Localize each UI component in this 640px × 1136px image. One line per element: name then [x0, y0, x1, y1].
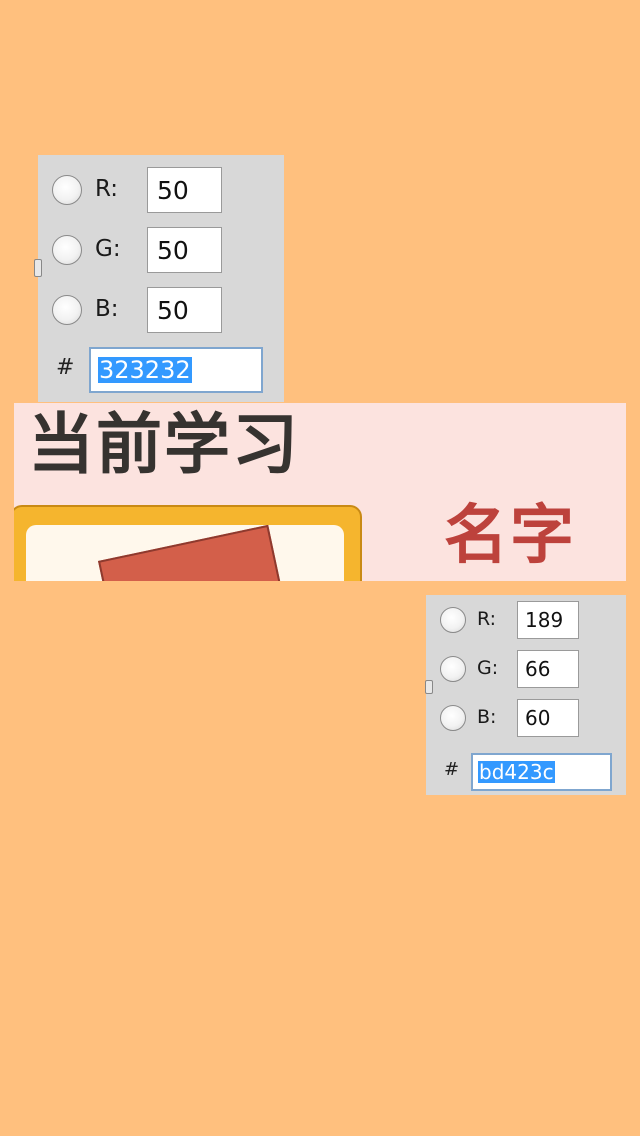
- red-channel-radio[interactable]: [440, 607, 466, 633]
- current-learning-banner: 当前学习 名字: [14, 403, 626, 581]
- red-channel-label: R:: [477, 608, 497, 630]
- channel-row-red: R: 50: [38, 165, 284, 215]
- banner-card-illustration: [98, 525, 288, 581]
- red-channel-label: R:: [95, 176, 119, 202]
- red-channel-radio[interactable]: [52, 175, 82, 205]
- blue-channel-radio[interactable]: [52, 295, 82, 325]
- channel-row-blue: B: 50: [38, 285, 284, 335]
- channel-row-green: G: 66: [426, 648, 626, 692]
- blue-channel-label: B:: [477, 706, 497, 728]
- green-channel-radio[interactable]: [52, 235, 82, 265]
- color-picker-bottom: R: 189 G: 66 B: 60 # bd423c: [425, 595, 626, 795]
- hex-hash-label: #: [444, 759, 460, 780]
- blue-channel-label: B:: [95, 296, 119, 322]
- banner-card-frame: [14, 505, 362, 581]
- green-channel-label: G:: [477, 657, 499, 679]
- red-value-input[interactable]: 50: [147, 167, 222, 213]
- banner-card-inner: [26, 525, 344, 581]
- banner-title: 当前学习: [28, 406, 300, 483]
- green-value-input[interactable]: 50: [147, 227, 222, 273]
- channel-row-green: G: 50: [38, 225, 284, 275]
- blue-value-input[interactable]: 50: [147, 287, 222, 333]
- hex-value-input[interactable]: bd423c: [471, 753, 612, 791]
- hex-value-selected-text: 323232: [98, 355, 192, 384]
- blue-value-input[interactable]: 60: [517, 699, 579, 737]
- green-channel-label: G:: [95, 236, 121, 262]
- green-channel-radio[interactable]: [440, 656, 466, 682]
- banner-name-text: 名字: [444, 499, 576, 573]
- red-value-input[interactable]: 189: [517, 601, 579, 639]
- color-picker-top: R: 50 G: 50 B: 50 # 323232: [34, 155, 284, 402]
- hex-value-selected-text: bd423c: [478, 760, 555, 784]
- channel-row-red: R: 189: [426, 599, 626, 643]
- blue-channel-radio[interactable]: [440, 705, 466, 731]
- hex-hash-label: #: [56, 355, 75, 380]
- hex-value-input[interactable]: 323232: [89, 347, 263, 393]
- channel-row-blue: B: 60: [426, 697, 626, 741]
- green-value-input[interactable]: 66: [517, 650, 579, 688]
